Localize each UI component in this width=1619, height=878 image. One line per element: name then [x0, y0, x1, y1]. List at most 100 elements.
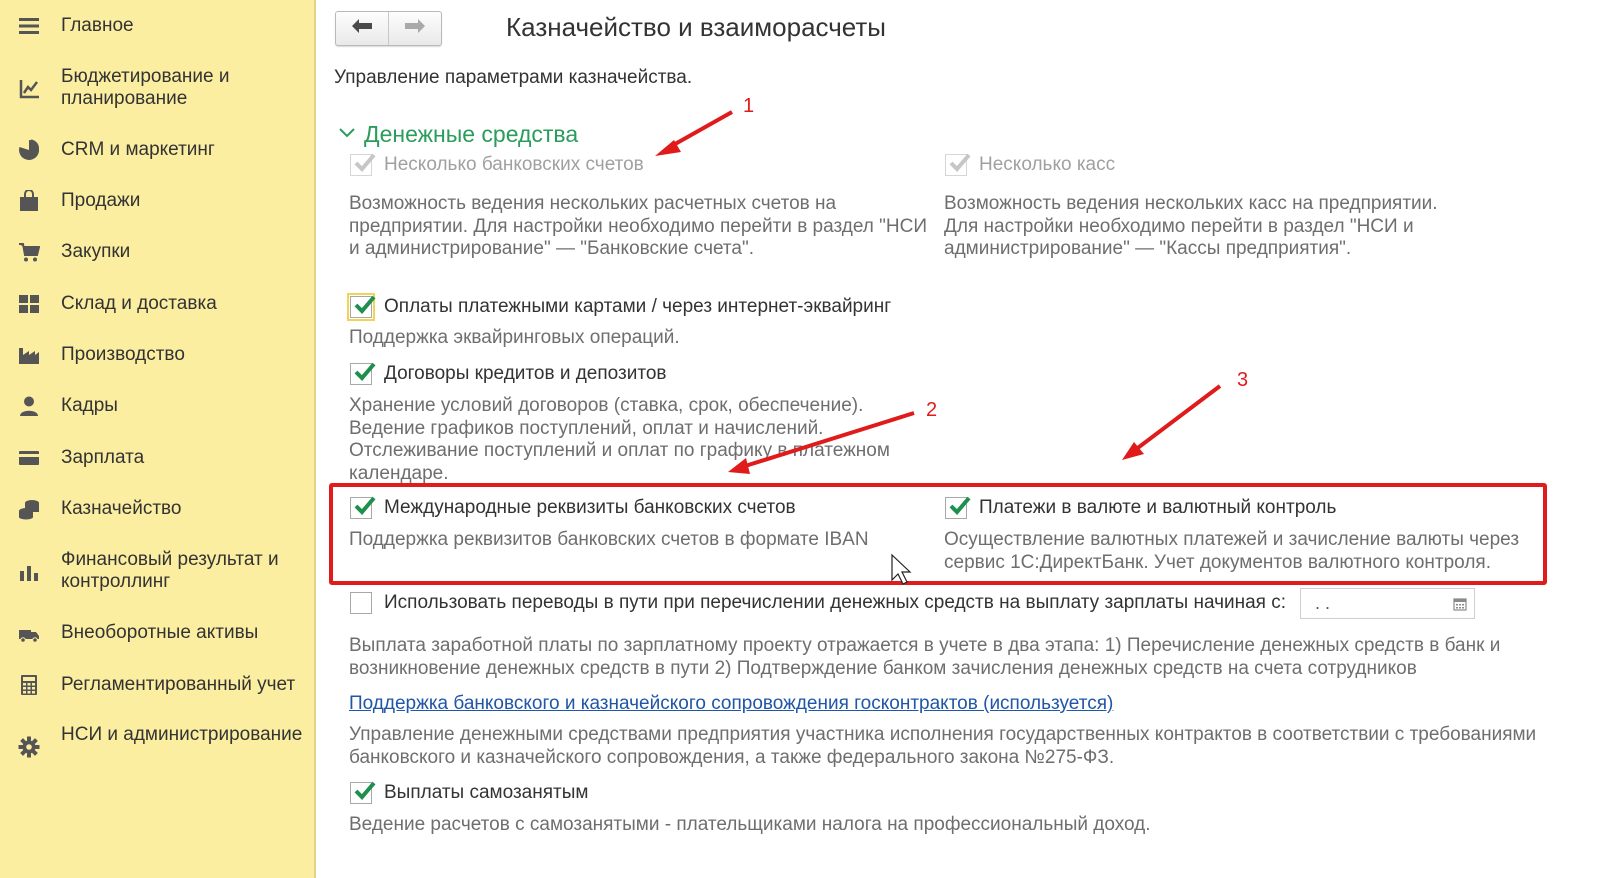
calendar-icon[interactable] — [1446, 589, 1474, 618]
main-content: Казначейство и взаиморасчеты Управление … — [318, 0, 1619, 878]
card-payments-checkbox[interactable] — [347, 293, 376, 321]
bar-chart-icon — [17, 560, 41, 584]
option-international-details: Международные реквизиты банковских счето… — [350, 496, 796, 519]
mouse-cursor-icon — [891, 553, 912, 585]
cart-icon — [17, 240, 41, 264]
sidebar-item-label: Продажи — [61, 190, 141, 211]
annotation-number-3: 3 — [1237, 369, 1249, 391]
option-description: Возможность ведения нескольких касс на п… — [944, 193, 1438, 259]
pie-chart-icon — [17, 138, 41, 162]
shopping-bag-icon — [17, 189, 41, 213]
gov-contracts-link[interactable]: Поддержка банковского и казначейского со… — [349, 693, 1113, 714]
back-button[interactable] — [336, 12, 388, 45]
sidebar-item-label: Кадры — [61, 395, 118, 416]
checkbox-label: Несколько касс — [979, 154, 1116, 175]
option-description: Выплата заработной платы по зарплатному … — [349, 635, 1501, 679]
checkbox-label: Использовать переводы в пути при перечис… — [384, 592, 1287, 613]
sidebar-item-budgeting[interactable]: Бюджетирование и планирование — [0, 66, 314, 112]
sidebar-item-admin[interactable]: НСИ и администрирование — [0, 724, 314, 770]
group-header-cash[interactable]: Денежные средства — [338, 121, 578, 148]
option-description: Поддержка реквизитов банковских счетов в… — [349, 529, 869, 550]
international-details-checkbox[interactable] — [350, 496, 376, 519]
sidebar-item-label: Закупки — [61, 241, 131, 262]
sidebar-item-label: Склад и доставка — [61, 293, 217, 314]
page-subtitle: Управление параметрами казначейства. — [334, 67, 693, 88]
checkmark-icon — [354, 362, 376, 381]
person-icon — [17, 394, 41, 418]
multiple-cash-desks-checkbox[interactable] — [945, 153, 971, 176]
sidebar-item-crm[interactable]: CRM и маркетинг — [0, 138, 314, 162]
factory-icon — [17, 343, 41, 367]
option-description: Хранение условий договоров (ставка, срок… — [349, 395, 890, 484]
sidebar-item-purchases[interactable]: Закупки — [0, 240, 314, 264]
transfer-start-date-input[interactable]: . . — [1300, 588, 1475, 619]
option-multiple-bank-accounts: Несколько банковских счетов — [350, 153, 644, 176]
sidebar-item-label: Регламентированный учет — [61, 674, 296, 695]
sidebar-item-label: Бюджетирование и планирование — [61, 66, 230, 109]
arrowhead-3 — [1122, 442, 1144, 460]
sidebar-item-production[interactable]: Производство — [0, 343, 314, 367]
calculator-icon — [17, 673, 41, 697]
annotation-arrow-3 — [1133, 384, 1222, 452]
gov-contracts-row: Поддержка банковского и казначейского со… — [349, 693, 1113, 715]
group-title: Денежные средства — [364, 121, 579, 147]
sidebar-item-label: Производство — [61, 344, 185, 365]
page-title: Казначейство и взаиморасчеты — [506, 12, 886, 42]
arrow-right-icon — [404, 18, 426, 39]
option-loans-deposits: Договоры кредитов и депозитов — [350, 362, 667, 385]
date-value: . . — [1315, 593, 1331, 613]
multiple-bank-accounts-checkbox[interactable] — [350, 153, 376, 176]
sidebar-item-warehouse[interactable]: Склад и доставка — [0, 292, 314, 316]
sidebar-item-financial-result[interactable]: Финансовый результат и контроллинг — [0, 549, 314, 595]
chevron-down-icon — [338, 126, 356, 144]
self-employed-checkbox[interactable] — [350, 781, 376, 804]
option-description: Поддержка эквайринговых операций. — [349, 327, 680, 348]
wallet-card-icon — [17, 446, 41, 470]
checkmark-icon — [949, 496, 971, 515]
option-currency-payments: Платежи в валюте и валютный контроль — [945, 496, 1337, 519]
checkbox-label: Международные реквизиты банковских счето… — [384, 497, 796, 518]
sidebar-item-label: Главное — [61, 15, 134, 36]
sidebar-item-sales[interactable]: Продажи — [0, 189, 314, 213]
history-nav — [335, 11, 442, 46]
sidebar-item-fixed-assets[interactable]: Внеоборотные активы — [0, 621, 314, 645]
arrowhead-1 — [655, 140, 681, 156]
menu-icon — [17, 14, 41, 38]
sidebar-item-treasury[interactable]: Казначейство — [0, 497, 314, 521]
checkbox-label: Платежи в валюте и валютный контроль — [979, 497, 1337, 518]
forward-button[interactable] — [388, 12, 441, 45]
option-self-employed: Выплаты самозанятым — [350, 781, 589, 804]
currency-payments-checkbox[interactable] — [945, 496, 971, 519]
budget-chart-icon — [17, 77, 41, 101]
option-description: Управление денежными средствами предприя… — [349, 724, 1537, 768]
option-description: Возможность ведения нескольких расчетных… — [349, 193, 928, 259]
sidebar-item-label: Казначейство — [61, 498, 182, 519]
warehouse-grid-icon — [17, 292, 41, 316]
annotation-number-1: 1 — [743, 95, 755, 117]
truck-icon — [17, 621, 41, 645]
sidebar-item-regulated-accounting[interactable]: Регламентированный учет — [0, 673, 314, 697]
checkbox-label: Договоры кредитов и депозитов — [384, 363, 667, 384]
gear-icon — [17, 735, 41, 759]
transfers-in-transit-checkbox[interactable] — [350, 592, 372, 614]
option-multiple-cash-desks: Несколько касс — [945, 153, 1116, 176]
loans-deposits-checkbox[interactable] — [350, 362, 376, 385]
checkmark-icon — [354, 295, 376, 314]
arrow-left-icon — [351, 18, 373, 39]
sidebar-item-label: Внеоборотные активы — [61, 622, 259, 643]
checkmark-icon — [949, 153, 971, 172]
checkbox-label: Выплаты самозанятым — [384, 782, 589, 803]
option-description: Ведение расчетов с самозанятыми - плател… — [349, 814, 1151, 835]
checkbox-label: Оплаты платежными картами / через интерн… — [384, 296, 892, 317]
sidebar-item-main[interactable]: Главное — [0, 14, 314, 38]
option-transfers-in-transit: Использовать переводы в пути при перечис… — [350, 592, 1286, 614]
sidebar-item-hr[interactable]: Кадры — [0, 394, 314, 418]
option-description: Осуществление валютных платежей и зачисл… — [944, 529, 1520, 573]
checkbox-label: Несколько банковских счетов — [384, 154, 644, 175]
checkmark-icon — [354, 781, 376, 800]
annotation-number-2: 2 — [926, 399, 938, 421]
sidebar-item-salary[interactable]: Зарплата — [0, 446, 314, 470]
checkmark-icon — [354, 153, 376, 172]
sidebar-item-label: Финансовый результат и контроллинг — [61, 549, 279, 592]
sidebar-item-label: НСИ и администрирование — [61, 724, 303, 745]
